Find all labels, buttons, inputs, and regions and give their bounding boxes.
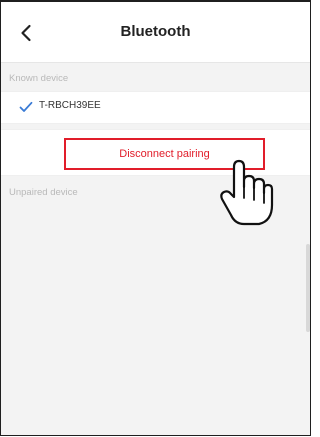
known-device-row[interactable]: T-RBCH39EE (1, 91, 310, 124)
back-button[interactable] (13, 20, 39, 46)
header: Bluetooth (1, 2, 310, 63)
known-device-section-label: Known device (9, 73, 69, 84)
scrollbar[interactable] (306, 244, 310, 332)
page-title: Bluetooth (120, 23, 191, 40)
unpaired-device-section-label: Unpaired device (9, 187, 78, 198)
device-name: T-RBCH39EE (39, 100, 101, 111)
chevron-left-icon (21, 24, 31, 42)
bluetooth-screen: Bluetooth Known device T-RBCH39EE Discon… (0, 0, 311, 436)
disconnect-panel: Disconnect pairing (1, 129, 310, 176)
disconnect-pairing-button[interactable]: Disconnect pairing (64, 138, 265, 170)
check-icon (19, 101, 33, 112)
